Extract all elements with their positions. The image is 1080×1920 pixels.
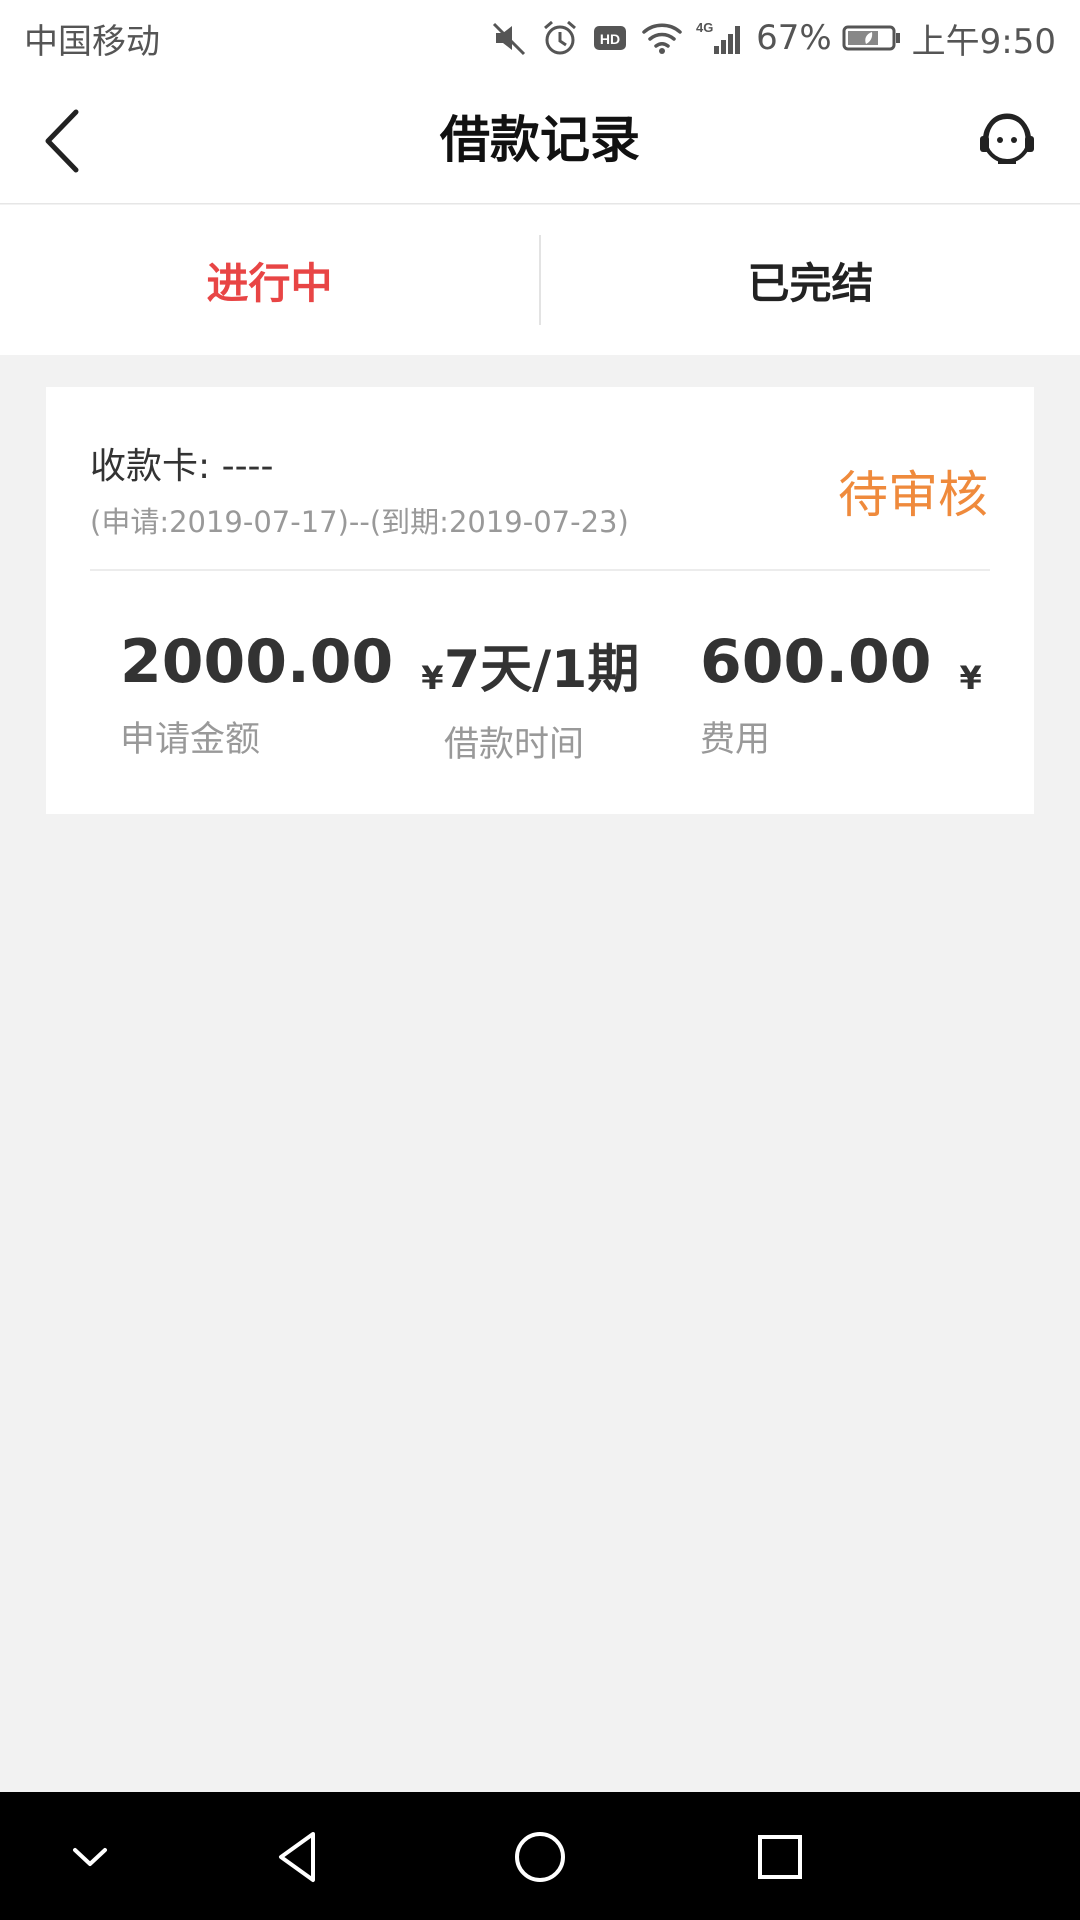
carrier-name: 中国移动	[24, 21, 160, 62]
signal-4g-icon: 4G	[694, 18, 746, 58]
battery-percentage: 67%	[756, 18, 832, 58]
tab-completed[interactable]: 已完结	[541, 250, 1080, 311]
tab-bar: 进行中 已完结	[0, 205, 1080, 355]
tab-in-progress[interactable]: 进行中	[0, 250, 539, 311]
clock: 上午9:50	[911, 21, 1056, 62]
amount-value: 2000.00	[120, 627, 394, 697]
amount-label: 申请金额	[120, 720, 261, 760]
status-bar: 中国移动 HD 4G 67% 上午9:50	[0, 0, 1080, 76]
fee-stat: 600.00 ¥ 费用	[700, 627, 982, 762]
navigation-bar	[0, 1792, 1080, 1920]
amount-stat: 2000.00 ¥ 申请金额	[120, 627, 444, 762]
fee-currency: ¥	[959, 658, 982, 697]
hd-icon: HD	[590, 18, 630, 58]
term-label: 借款时间	[444, 725, 585, 765]
chevron-down-icon	[73, 1848, 107, 1866]
wifi-icon	[640, 18, 684, 58]
status-icons: HD 4G 67% 上午9:50	[490, 14, 1056, 63]
fee-value: 600.00	[700, 627, 932, 697]
loan-dates: (申请:2019-07-17)--(到期:2019-07-23)	[90, 505, 629, 539]
header: 借款记录	[0, 76, 1080, 204]
customer-service-icon	[980, 113, 1034, 164]
svg-text:4G: 4G	[696, 20, 713, 35]
customer-service-button[interactable]	[974, 106, 1040, 172]
screen: 中国移动 HD 4G 67% 上午9:50 借款记录 进行中 已完结 收款卡: …	[0, 0, 1080, 1920]
battery-icon	[842, 18, 902, 58]
page-title: 借款记录	[440, 111, 640, 169]
hide-nav-button[interactable]	[55, 1822, 125, 1892]
triangle-back-icon	[279, 1832, 315, 1882]
amount-currency: ¥	[421, 658, 444, 697]
mute-icon	[490, 18, 530, 58]
recents-nav-button[interactable]	[745, 1822, 815, 1892]
divider	[90, 569, 990, 571]
term-stat: 7天/1期 借款时间	[444, 627, 639, 767]
square-recents-icon	[758, 1835, 802, 1879]
term-value: 7天/1期	[444, 640, 640, 700]
fee-label: 费用	[700, 720, 771, 760]
circle-home-icon	[515, 1832, 565, 1882]
home-nav-button[interactable]	[505, 1822, 575, 1892]
status-badge: 待审核	[838, 466, 988, 524]
receiving-card-label: 收款卡: ----	[90, 446, 274, 487]
svg-text:HD: HD	[600, 31, 620, 47]
loan-record-card[interactable]: 收款卡: ---- (申请:2019-07-17)--(到期:2019-07-2…	[46, 387, 1034, 814]
alarm-icon	[540, 18, 580, 58]
back-nav-button[interactable]	[263, 1822, 333, 1892]
